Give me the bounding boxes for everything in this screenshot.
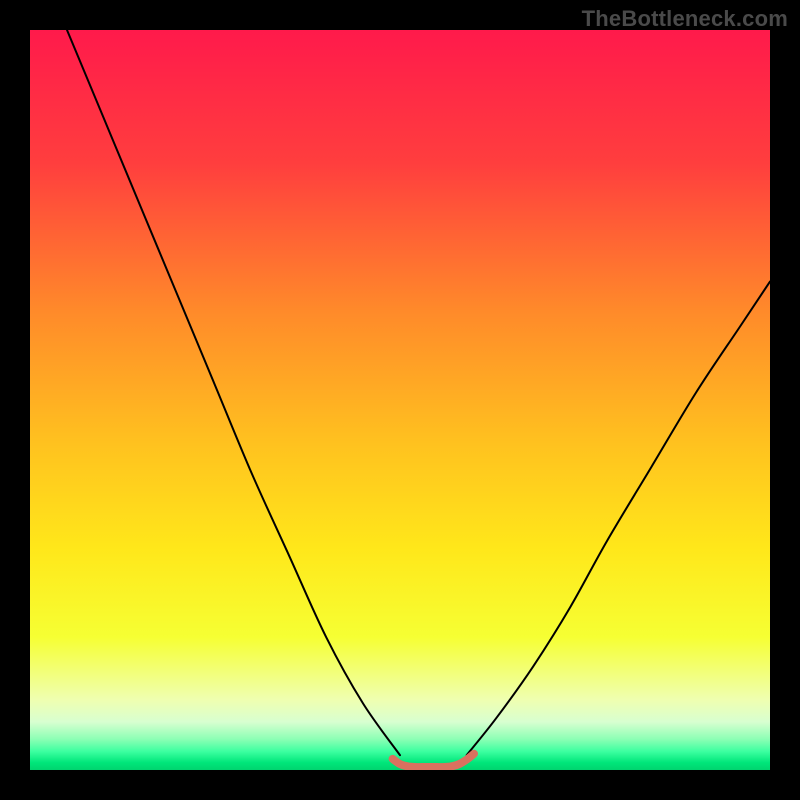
plot-area (30, 30, 770, 770)
watermark-text: TheBottleneck.com (582, 6, 788, 32)
series-left-curve (67, 30, 400, 755)
chart-stage: TheBottleneck.com (0, 0, 800, 800)
series-bottom-segment (393, 754, 474, 767)
chart-curves (30, 30, 770, 770)
series-right-curve (467, 282, 770, 756)
